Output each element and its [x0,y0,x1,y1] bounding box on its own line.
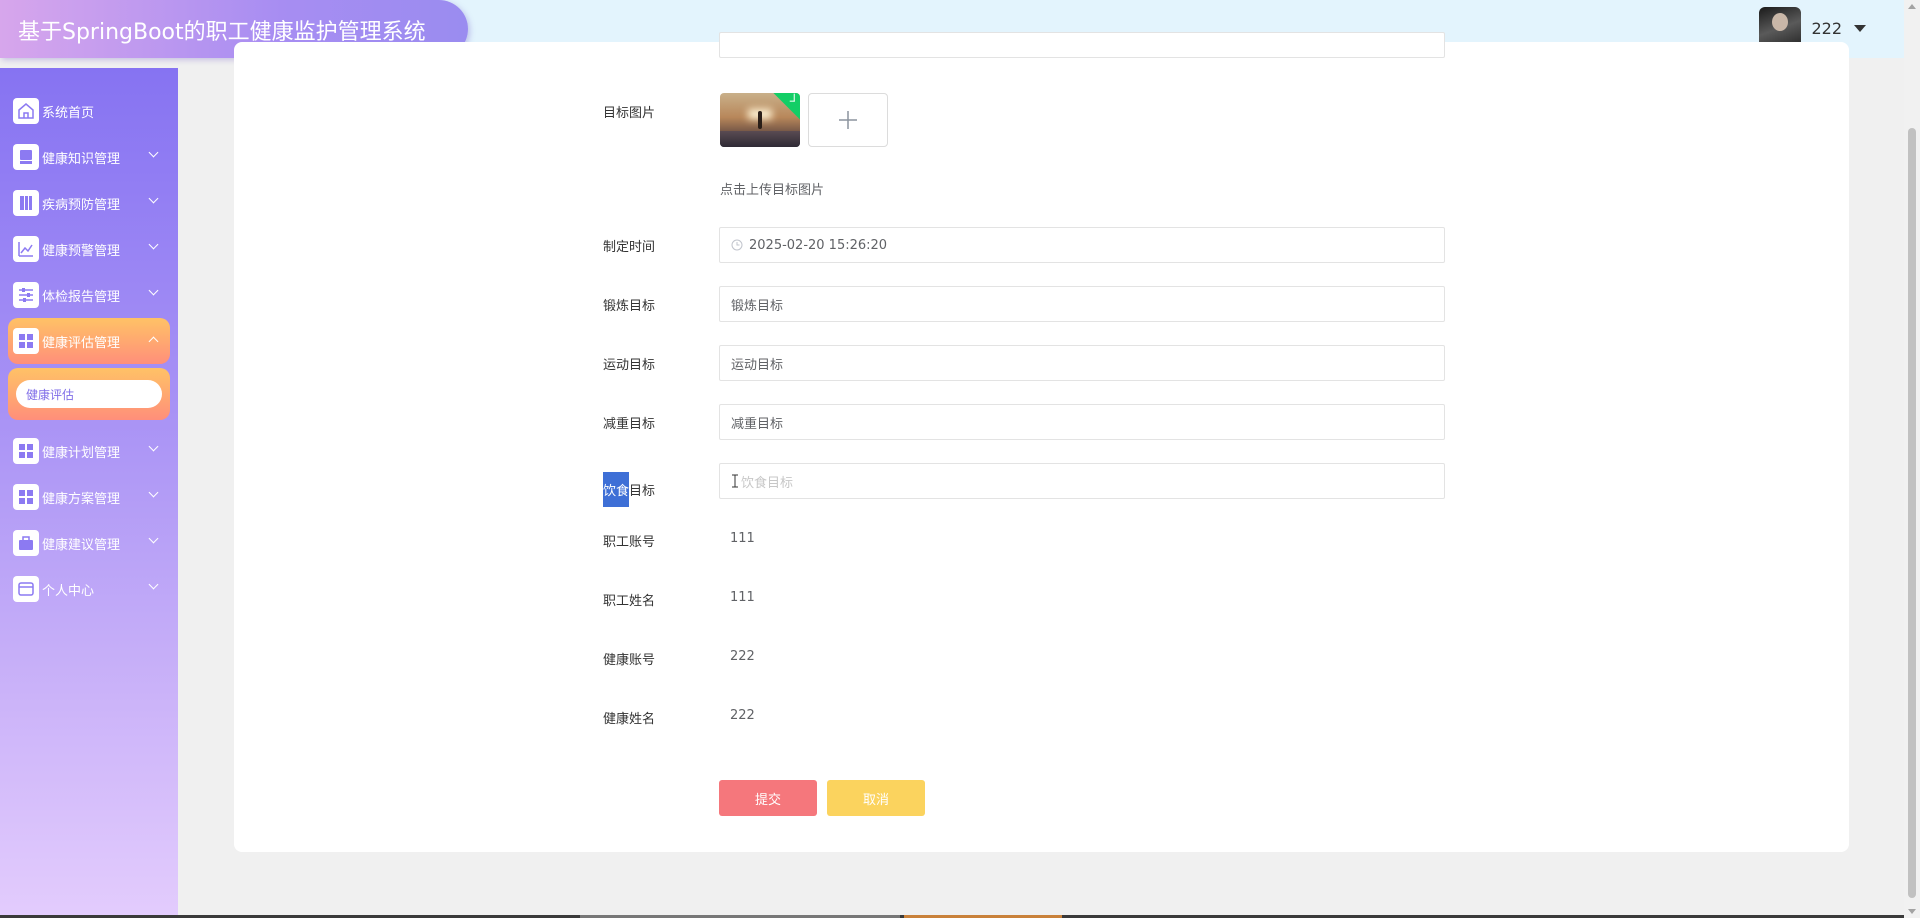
exercise-goal-label: 锻炼目标 [602,299,655,314]
sport-goal-input[interactable]: 运动目标 [719,345,1445,381]
submenu-item-health-assessment[interactable]: 健康评估 [16,380,162,408]
text-cursor-icon [732,474,738,488]
chevron-down-icon [148,579,159,590]
submit-button[interactable]: 提交 [719,780,817,816]
grid-icon [13,438,39,464]
card-icon [13,576,39,602]
check-icon [772,93,800,120]
book-icon [13,144,39,170]
sidebar-item-health-knowledge[interactable]: 健康知识管理 [0,134,178,180]
sidebar-item-label: 健康评估管理 [42,335,121,351]
chevron-down-icon [148,487,159,498]
username[interactable]: 222 [1811,19,1842,38]
plus-icon [839,111,857,129]
clock-icon [731,239,743,251]
diet-goal-label: 饮食目标 [585,472,655,507]
sidebar-item-label: 个人中心 [42,583,95,599]
chart-icon [13,236,39,262]
upload-tip: 点击上传目标图片 [720,183,825,198]
page-scrollbar[interactable] [1904,0,1920,918]
create-time-value: 2025-02-20 15:26:20 [749,237,888,253]
sport-goal-label: 运动目标 [602,358,655,373]
weight-loss-goal-value: 减重目标 [731,416,784,432]
chevron-down-icon [148,193,159,204]
weight-loss-goal-input[interactable]: 减重目标 [719,404,1445,440]
exercise-goal-value: 锻炼目标 [731,298,784,314]
sidebar-item-health-advice[interactable]: 健康建议管理 [0,520,178,566]
cancel-button[interactable]: 取消 [827,780,925,816]
create-time-input[interactable]: 2025-02-20 15:26:20 [719,227,1445,263]
bookmark-icon [13,190,39,216]
scroll-down-icon[interactable] [1908,909,1916,914]
diet-goal-label-rest: 目标 [628,484,655,499]
sidebar-item-health-assessment[interactable]: 健康评估管理 [8,318,170,364]
scroll-thumb[interactable] [1908,128,1916,898]
home-icon [13,98,39,124]
caret-down-icon[interactable] [1854,24,1866,32]
sidebar-submenu: 健康评估 [8,368,170,420]
staff-name-label: 职工姓名 [602,594,655,609]
staff-account-value: 111 [730,531,755,546]
sidebar-item-checkup-report[interactable]: 体检报告管理 [0,272,178,318]
sidebar-item-personal-center[interactable]: 个人中心 [0,566,178,612]
target-image-thumbnail[interactable] [720,93,800,147]
sidebar-item-health-warning[interactable]: 健康预警管理 [0,226,178,272]
health-name-value: 222 [730,708,755,723]
sidebar-item-label: 系统首页 [42,105,95,121]
form-card: 目标图片 点击上传目标图片 制定时间 2025-02-20 15:26:20 锻… [234,32,1849,852]
chevron-down-icon [148,533,159,544]
upload-image-button[interactable] [808,93,888,147]
sidebar-item-label: 健康计划管理 [42,445,121,461]
grid-icon [13,328,39,354]
sidebar-item-label: 疾病预防管理 [42,197,121,213]
sidebar-item-health-plan[interactable]: 健康计划管理 [0,428,178,474]
selected-text: 饮食 [602,472,629,507]
chevron-down-icon [148,441,159,452]
chevron-down-icon [148,239,159,250]
diet-goal-input[interactable]: 饮食目标 [719,463,1445,499]
create-time-label: 制定时间 [602,240,655,255]
sidebar-item-health-scheme[interactable]: 健康方案管理 [0,474,178,520]
sliders-icon [13,282,39,308]
sidebar-item-label: 健康建议管理 [42,537,121,553]
sidebar-item-home[interactable]: 系统首页 [0,88,178,134]
exercise-goal-input[interactable]: 锻炼目标 [719,286,1445,322]
chevron-down-icon [148,147,159,158]
sport-goal-value: 运动目标 [731,357,784,373]
briefcase-icon [13,530,39,556]
health-account-value: 222 [730,649,755,664]
scroll-up-icon[interactable] [1908,4,1916,9]
diet-goal-placeholder: 饮食目标 [741,475,794,491]
sidebar-item-label: 健康方案管理 [42,491,121,507]
staff-name-value: 111 [730,590,755,605]
weight-loss-goal-label: 减重目标 [602,417,655,432]
sidebar-menu: 系统首页 健康知识管理 疾病预防管理 健康预警管理 体检报告管理 健康评估管理 … [0,68,178,612]
health-account-label: 健康账号 [602,653,655,668]
health-name-label: 健康姓名 [602,712,655,727]
sidebar-item-label: 健康预警管理 [42,243,121,259]
sidebar-item-label: 健康知识管理 [42,151,121,167]
staff-account-label: 职工账号 [602,535,655,550]
grid-icon [13,484,39,510]
sidebar: 系统首页 健康知识管理 疾病预防管理 健康预警管理 体检报告管理 健康评估管理 … [0,68,178,918]
chevron-up-icon [148,336,159,347]
sidebar-item-label: 体检报告管理 [42,289,121,305]
previous-field-input[interactable] [719,32,1445,58]
sidebar-item-disease-prevention[interactable]: 疾病预防管理 [0,180,178,226]
target-image-label: 目标图片 [602,106,655,121]
chevron-down-icon [148,285,159,296]
